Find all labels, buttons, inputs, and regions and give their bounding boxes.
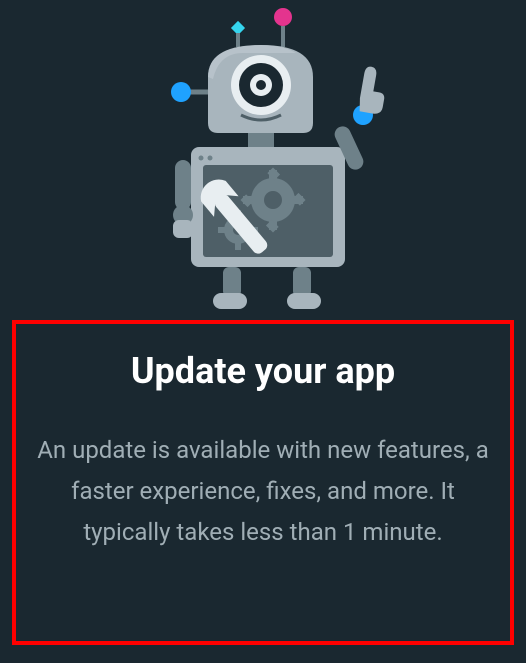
robot-illustration bbox=[0, 0, 526, 320]
update-description: An update is available with new features… bbox=[28, 430, 498, 552]
maintenance-robot-icon bbox=[113, 5, 413, 315]
update-prompt-content: Update your app An update is available w… bbox=[0, 320, 526, 552]
update-title: Update your app bbox=[131, 350, 395, 392]
